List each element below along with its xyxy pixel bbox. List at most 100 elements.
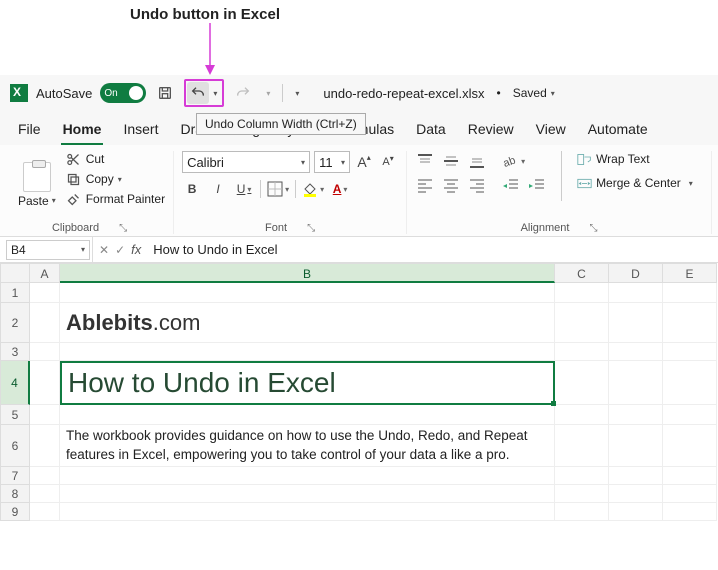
cell-b5[interactable] <box>60 405 555 425</box>
cell-c1[interactable] <box>555 283 609 303</box>
cell-a1[interactable] <box>30 283 60 303</box>
redo-dropdown[interactable]: ▾ <box>262 82 274 104</box>
font-color-button[interactable]: A▾ <box>330 179 350 199</box>
row-header-5[interactable]: 5 <box>0 405 30 425</box>
italic-button[interactable]: I <box>208 179 228 199</box>
cancel-formula-button[interactable]: ✕ <box>99 243 109 257</box>
increase-font-button[interactable]: A▴ <box>354 152 374 172</box>
tab-automate[interactable]: Automate <box>586 117 650 145</box>
cell-d9[interactable] <box>609 503 663 521</box>
cell-a6[interactable] <box>30 425 60 467</box>
qat-customize-dropdown[interactable]: ▾ <box>291 82 303 104</box>
row-header-7[interactable]: 7 <box>0 467 30 485</box>
align-bottom-button[interactable] <box>467 151 487 171</box>
col-header-b[interactable]: B <box>60 263 555 283</box>
increase-indent-button[interactable] <box>527 175 547 195</box>
insert-function-button[interactable]: fx <box>131 242 141 257</box>
col-header-a[interactable]: A <box>30 263 60 283</box>
borders-button[interactable]: ▾ <box>267 179 289 199</box>
cell-e3[interactable] <box>663 343 717 361</box>
row-header-3[interactable]: 3 <box>0 343 30 361</box>
row-header-8[interactable]: 8 <box>0 485 30 503</box>
font-size-combo[interactable]: 11▾ <box>314 151 350 173</box>
cell-a8[interactable] <box>30 485 60 503</box>
tab-home[interactable]: Home <box>61 117 104 145</box>
cell-a7[interactable] <box>30 467 60 485</box>
wrap-text-button[interactable]: Wrap Text <box>576 151 693 167</box>
cell-a4[interactable] <box>30 361 60 405</box>
undo-button[interactable] <box>187 82 209 104</box>
cell-d2[interactable] <box>609 303 663 343</box>
cut-button[interactable]: Cut <box>66 151 165 167</box>
enter-formula-button[interactable]: ✓ <box>115 243 125 257</box>
align-middle-button[interactable] <box>441 151 461 171</box>
save-button[interactable] <box>154 82 176 104</box>
save-status[interactable]: Saved ▾ <box>513 86 555 100</box>
cell-d3[interactable] <box>609 343 663 361</box>
cell-e1[interactable] <box>663 283 717 303</box>
tab-review[interactable]: Review <box>466 117 516 145</box>
cell-c5[interactable] <box>555 405 609 425</box>
cell-a3[interactable] <box>30 343 60 361</box>
cell-d1[interactable] <box>609 283 663 303</box>
row-header-2[interactable]: 2 <box>0 303 30 343</box>
cell-a5[interactable] <box>30 405 60 425</box>
cell-c6[interactable] <box>555 425 609 467</box>
cell-c9[interactable] <box>555 503 609 521</box>
align-right-button[interactable] <box>467 175 487 195</box>
underline-button[interactable]: U▾ <box>234 179 254 199</box>
cell-b1[interactable] <box>60 283 555 303</box>
cell-b4[interactable]: How to Undo in Excel <box>60 361 555 405</box>
tab-insert[interactable]: Insert <box>121 117 160 145</box>
clipboard-launcher[interactable]: ⤡ <box>119 223 127 234</box>
cell-d4[interactable] <box>609 361 663 405</box>
select-all-corner[interactable] <box>0 263 30 283</box>
cell-b2[interactable]: Ablebits.com <box>60 303 555 343</box>
autosave-toggle[interactable]: On <box>100 83 146 103</box>
formula-input[interactable]: How to Undo in Excel <box>147 242 718 257</box>
cell-d6[interactable] <box>609 425 663 467</box>
cell-e2[interactable] <box>663 303 717 343</box>
row-header-1[interactable]: 1 <box>0 283 30 303</box>
cell-e4[interactable] <box>663 361 717 405</box>
bold-button[interactable]: B <box>182 179 202 199</box>
align-center-button[interactable] <box>441 175 461 195</box>
orientation-button[interactable]: ab▾ <box>501 151 525 171</box>
cell-b8[interactable] <box>60 485 555 503</box>
cell-b3[interactable] <box>60 343 555 361</box>
tab-file[interactable]: File <box>16 117 43 145</box>
cell-c7[interactable] <box>555 467 609 485</box>
cell-c2[interactable] <box>555 303 609 343</box>
fill-color-button[interactable]: ▾ <box>302 179 324 199</box>
cell-b7[interactable] <box>60 467 555 485</box>
cell-d8[interactable] <box>609 485 663 503</box>
font-launcher[interactable]: ⤡ <box>307 223 315 234</box>
undo-dropdown[interactable]: ▾ <box>209 82 221 104</box>
cell-d7[interactable] <box>609 467 663 485</box>
cell-b9[interactable] <box>60 503 555 521</box>
decrease-font-button[interactable]: A▾ <box>378 152 398 172</box>
decrease-indent-button[interactable] <box>501 175 521 195</box>
paste-button[interactable]: Paste▾ <box>14 151 60 218</box>
cell-c3[interactable] <box>555 343 609 361</box>
cell-a9[interactable] <box>30 503 60 521</box>
format-painter-button[interactable]: Format Painter <box>66 191 165 207</box>
cell-e5[interactable] <box>663 405 717 425</box>
align-top-button[interactable] <box>415 151 435 171</box>
font-name-combo[interactable]: Calibri▾ <box>182 151 310 173</box>
cell-e9[interactable] <box>663 503 717 521</box>
cell-a2[interactable] <box>30 303 60 343</box>
cell-d5[interactable] <box>609 405 663 425</box>
redo-button[interactable] <box>232 82 254 104</box>
merge-center-button[interactable]: Merge & Center▾ <box>576 175 693 191</box>
cell-b6[interactable]: The workbook provides guidance on how to… <box>60 425 555 467</box>
col-header-d[interactable]: D <box>609 263 663 283</box>
align-left-button[interactable] <box>415 175 435 195</box>
row-header-4[interactable]: 4 <box>0 361 30 405</box>
copy-button[interactable]: Copy▾ <box>66 171 165 187</box>
worksheet-grid[interactable]: A B C D E 1 2 Ablebits.com 3 4 How to Un… <box>0 263 718 521</box>
row-header-9[interactable]: 9 <box>0 503 30 521</box>
col-header-e[interactable]: E <box>663 263 717 283</box>
col-header-c[interactable]: C <box>555 263 609 283</box>
cell-e6[interactable] <box>663 425 717 467</box>
